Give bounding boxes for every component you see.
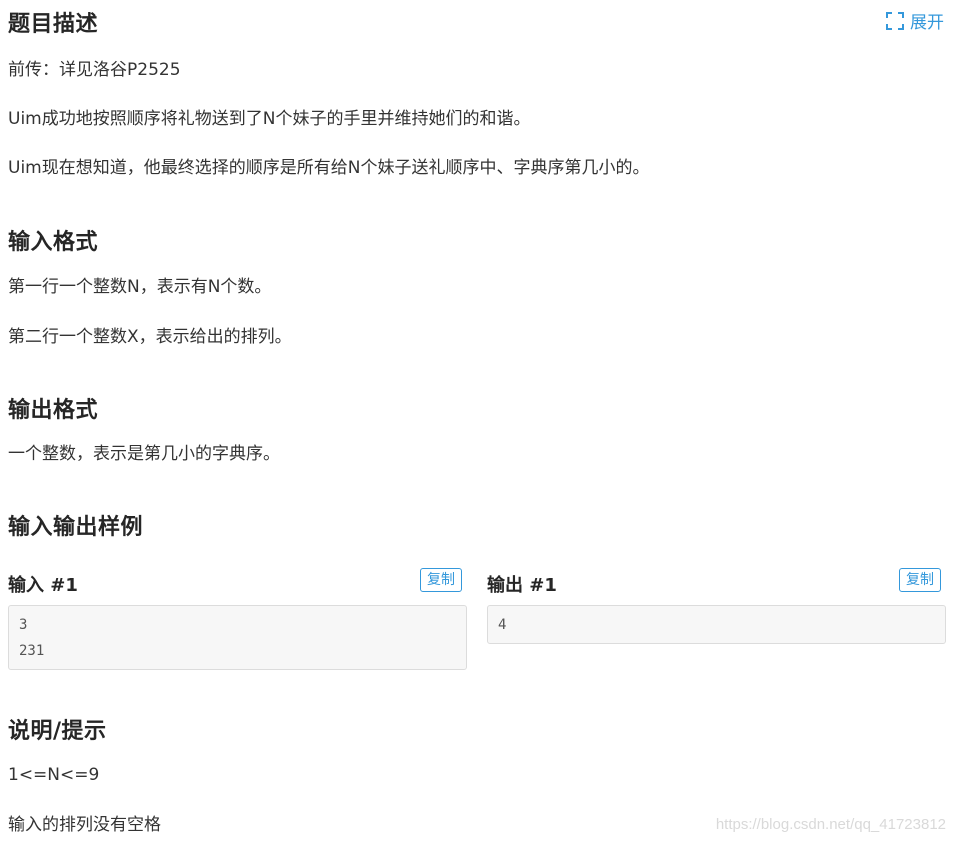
sample-input-label: 输入 #1 (8, 575, 78, 596)
output-format-title: 输出格式 (8, 398, 99, 423)
copy-input-button[interactable]: 复制 (420, 568, 462, 592)
description-line: Uim现在想知道，他最终选择的顺序是所有给N个妹子送礼顺序中、字典序第几小的。 (8, 158, 650, 178)
description-title: 题目描述 (8, 12, 99, 37)
input-format-line: 第二行一个整数X，表示给出的排列。 (8, 327, 292, 347)
expand-label: 展开 (910, 13, 944, 33)
expand-icon (886, 11, 904, 30)
sample-output-line: 4 (498, 617, 507, 633)
sample-output-label: 输出 #1 (487, 575, 557, 596)
input-format-line: 第一行一个整数N，表示有N个数。 (8, 277, 272, 297)
sample-input-box[interactable]: 3 231 (8, 605, 467, 670)
sample-input-line: 3 (19, 617, 28, 633)
output-format-line: 一个整数，表示是第几小的字典序。 (8, 444, 280, 464)
samples-title: 输入输出样例 (8, 515, 144, 540)
watermark: https://blog.csdn.net/qq_41723812 (715, 816, 946, 833)
hint-title: 说明/提示 (8, 719, 107, 744)
copy-output-button[interactable]: 复制 (899, 568, 941, 592)
description-line: Uim成功地按照顺序将礼物送到了N个妹子的手里并维持她们的和谐。 (8, 109, 531, 129)
hint-line: 输入的排列没有空格 (8, 815, 161, 835)
input-format-title: 输入格式 (8, 230, 99, 255)
hint-line: 1<=N<=9 (8, 765, 100, 785)
sample-output-box[interactable]: 4 (487, 605, 946, 644)
description-line: 前传：详见洛谷P2525 (8, 60, 181, 80)
sample-input-line: 231 (19, 643, 45, 659)
expand-button[interactable]: 展开 (886, 8, 944, 33)
